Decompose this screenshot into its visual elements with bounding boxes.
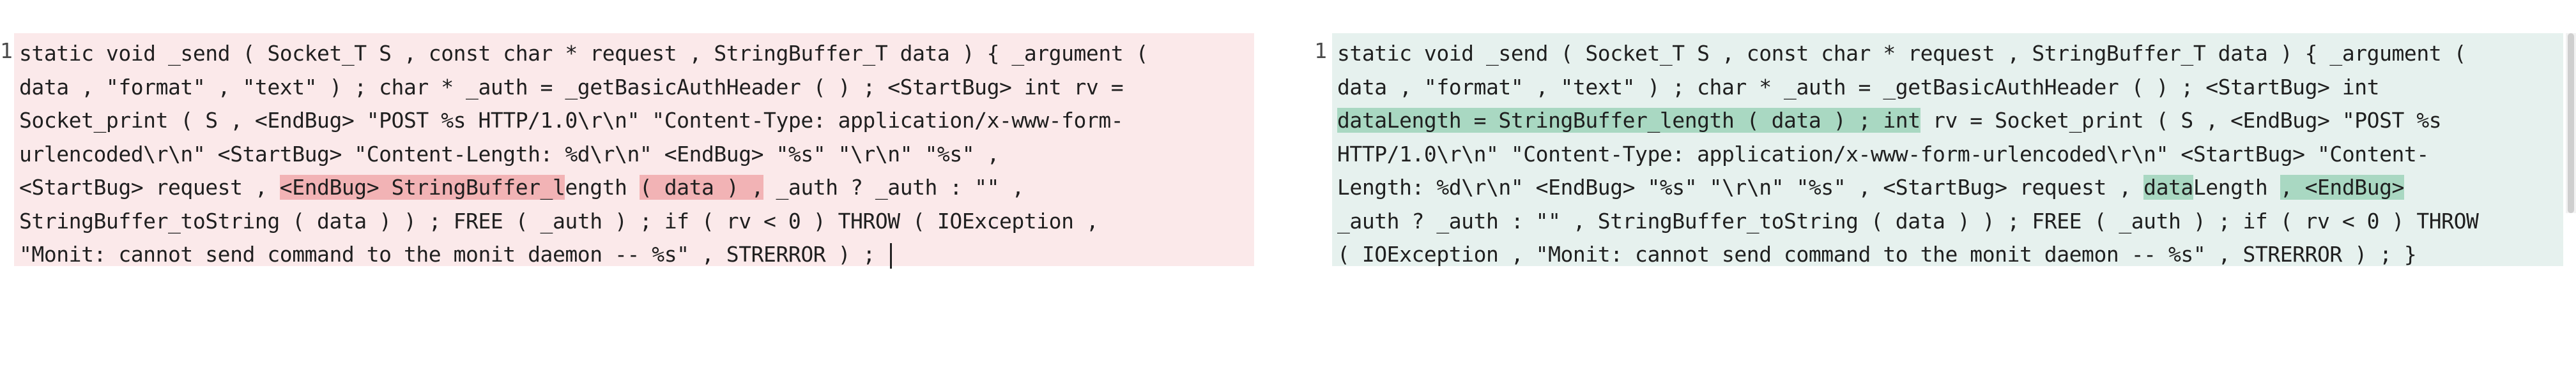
code-text: ( IOException , "Monit: cannot send comm… — [1337, 242, 2417, 267]
code-line: HTTP/1.0\r\n" "Content-Type: application… — [1337, 138, 2558, 172]
code-line: Length: %d\r\n" <EndBug> "%s" "\r\n" "%s… — [1337, 171, 2558, 205]
code-text: <StartBug> request , — [19, 175, 280, 200]
code-text: urlencoded\r\n" <StartBug> "Content-Leng… — [19, 141, 999, 167]
code-text: Socket_print ( S , <EndBug> "POST %s HTT… — [19, 108, 1124, 133]
diff-highlight: data — [2143, 175, 2193, 200]
code-text: HTTP/1.0\r\n" "Content-Type: application… — [1337, 141, 2429, 167]
code-line: ( IOException , "Monit: cannot send comm… — [1337, 238, 2558, 272]
code-text: data , "format" , "text" ) ; char * _aut… — [19, 74, 1124, 100]
diff-highlight: <EndBug> StringBuffer_l — [279, 175, 565, 200]
removed-code-block[interactable]: static void _send ( Socket_T S , const c… — [14, 33, 1254, 269]
diff-highlight: , <EndBug> — [2280, 175, 2404, 200]
code-line: urlencoded\r\n" <StartBug> "Content-Leng… — [19, 138, 1249, 172]
code-text: rv = Socket_print ( S , <EndBug> "POST %… — [1920, 108, 2442, 133]
diff-highlight: dataLength = StringBuffer_length ( data … — [1337, 108, 1920, 133]
code-text: Length — [2193, 175, 2280, 200]
code-line: static void _send ( Socket_T S , const c… — [19, 37, 1249, 71]
code-text: static void _send ( Socket_T S , const c… — [19, 41, 1149, 66]
text-cursor — [890, 242, 893, 269]
code-line: dataLength = StringBuffer_length ( data … — [1337, 104, 2558, 138]
code-line: data , "format" , "text" ) ; char * _aut… — [19, 71, 1249, 105]
code-line: "Monit: cannot send command to the monit… — [19, 238, 1249, 272]
diff-highlight: ( data ) , — [639, 175, 764, 200]
code-line: data , "format" , "text" ) ; char * _aut… — [1337, 71, 2558, 105]
code-line: StringBuffer_toString ( data ) ) ; FREE … — [19, 205, 1249, 239]
scrollbar-thumb[interactable] — [2568, 33, 2574, 213]
code-text: StringBuffer_toString ( data ) ) ; FREE … — [19, 208, 1099, 234]
code-text: Length: %d\r\n" <EndBug> "%s" "\r\n" "%s… — [1337, 175, 2144, 200]
code-line: <StartBug> request , <EndBug> StringBuff… — [19, 171, 1249, 205]
code-line: static void _send ( Socket_T S , const c… — [1337, 37, 2558, 71]
code-text: data , "format" , "text" ) ; char * _aut… — [1337, 74, 2380, 100]
line-number-gutter: 1 — [1314, 38, 1327, 63]
code-text: ength — [565, 175, 640, 200]
code-text: static void _send ( Socket_T S , const c… — [1337, 41, 2467, 66]
code-line: _auth ? _auth : "" , StringBuffer_toStri… — [1337, 205, 2558, 239]
added-code-pane: 1 static void _send ( Socket_T S , const… — [1314, 33, 2563, 267]
added-code-block[interactable]: static void _send ( Socket_T S , const c… — [1332, 33, 2563, 267]
code-text: _auth ? _auth : "" , — [763, 175, 1025, 200]
code-text: "Monit: cannot send command to the monit… — [19, 242, 888, 267]
code-text: _auth ? _auth : "" , StringBuffer_toStri… — [1337, 208, 2479, 234]
code-line: Socket_print ( S , <EndBug> "POST %s HTT… — [19, 104, 1249, 138]
scrollbar[interactable] — [2566, 33, 2576, 213]
removed-code-pane: 1 static void _send ( Socket_T S , const… — [0, 33, 1254, 269]
